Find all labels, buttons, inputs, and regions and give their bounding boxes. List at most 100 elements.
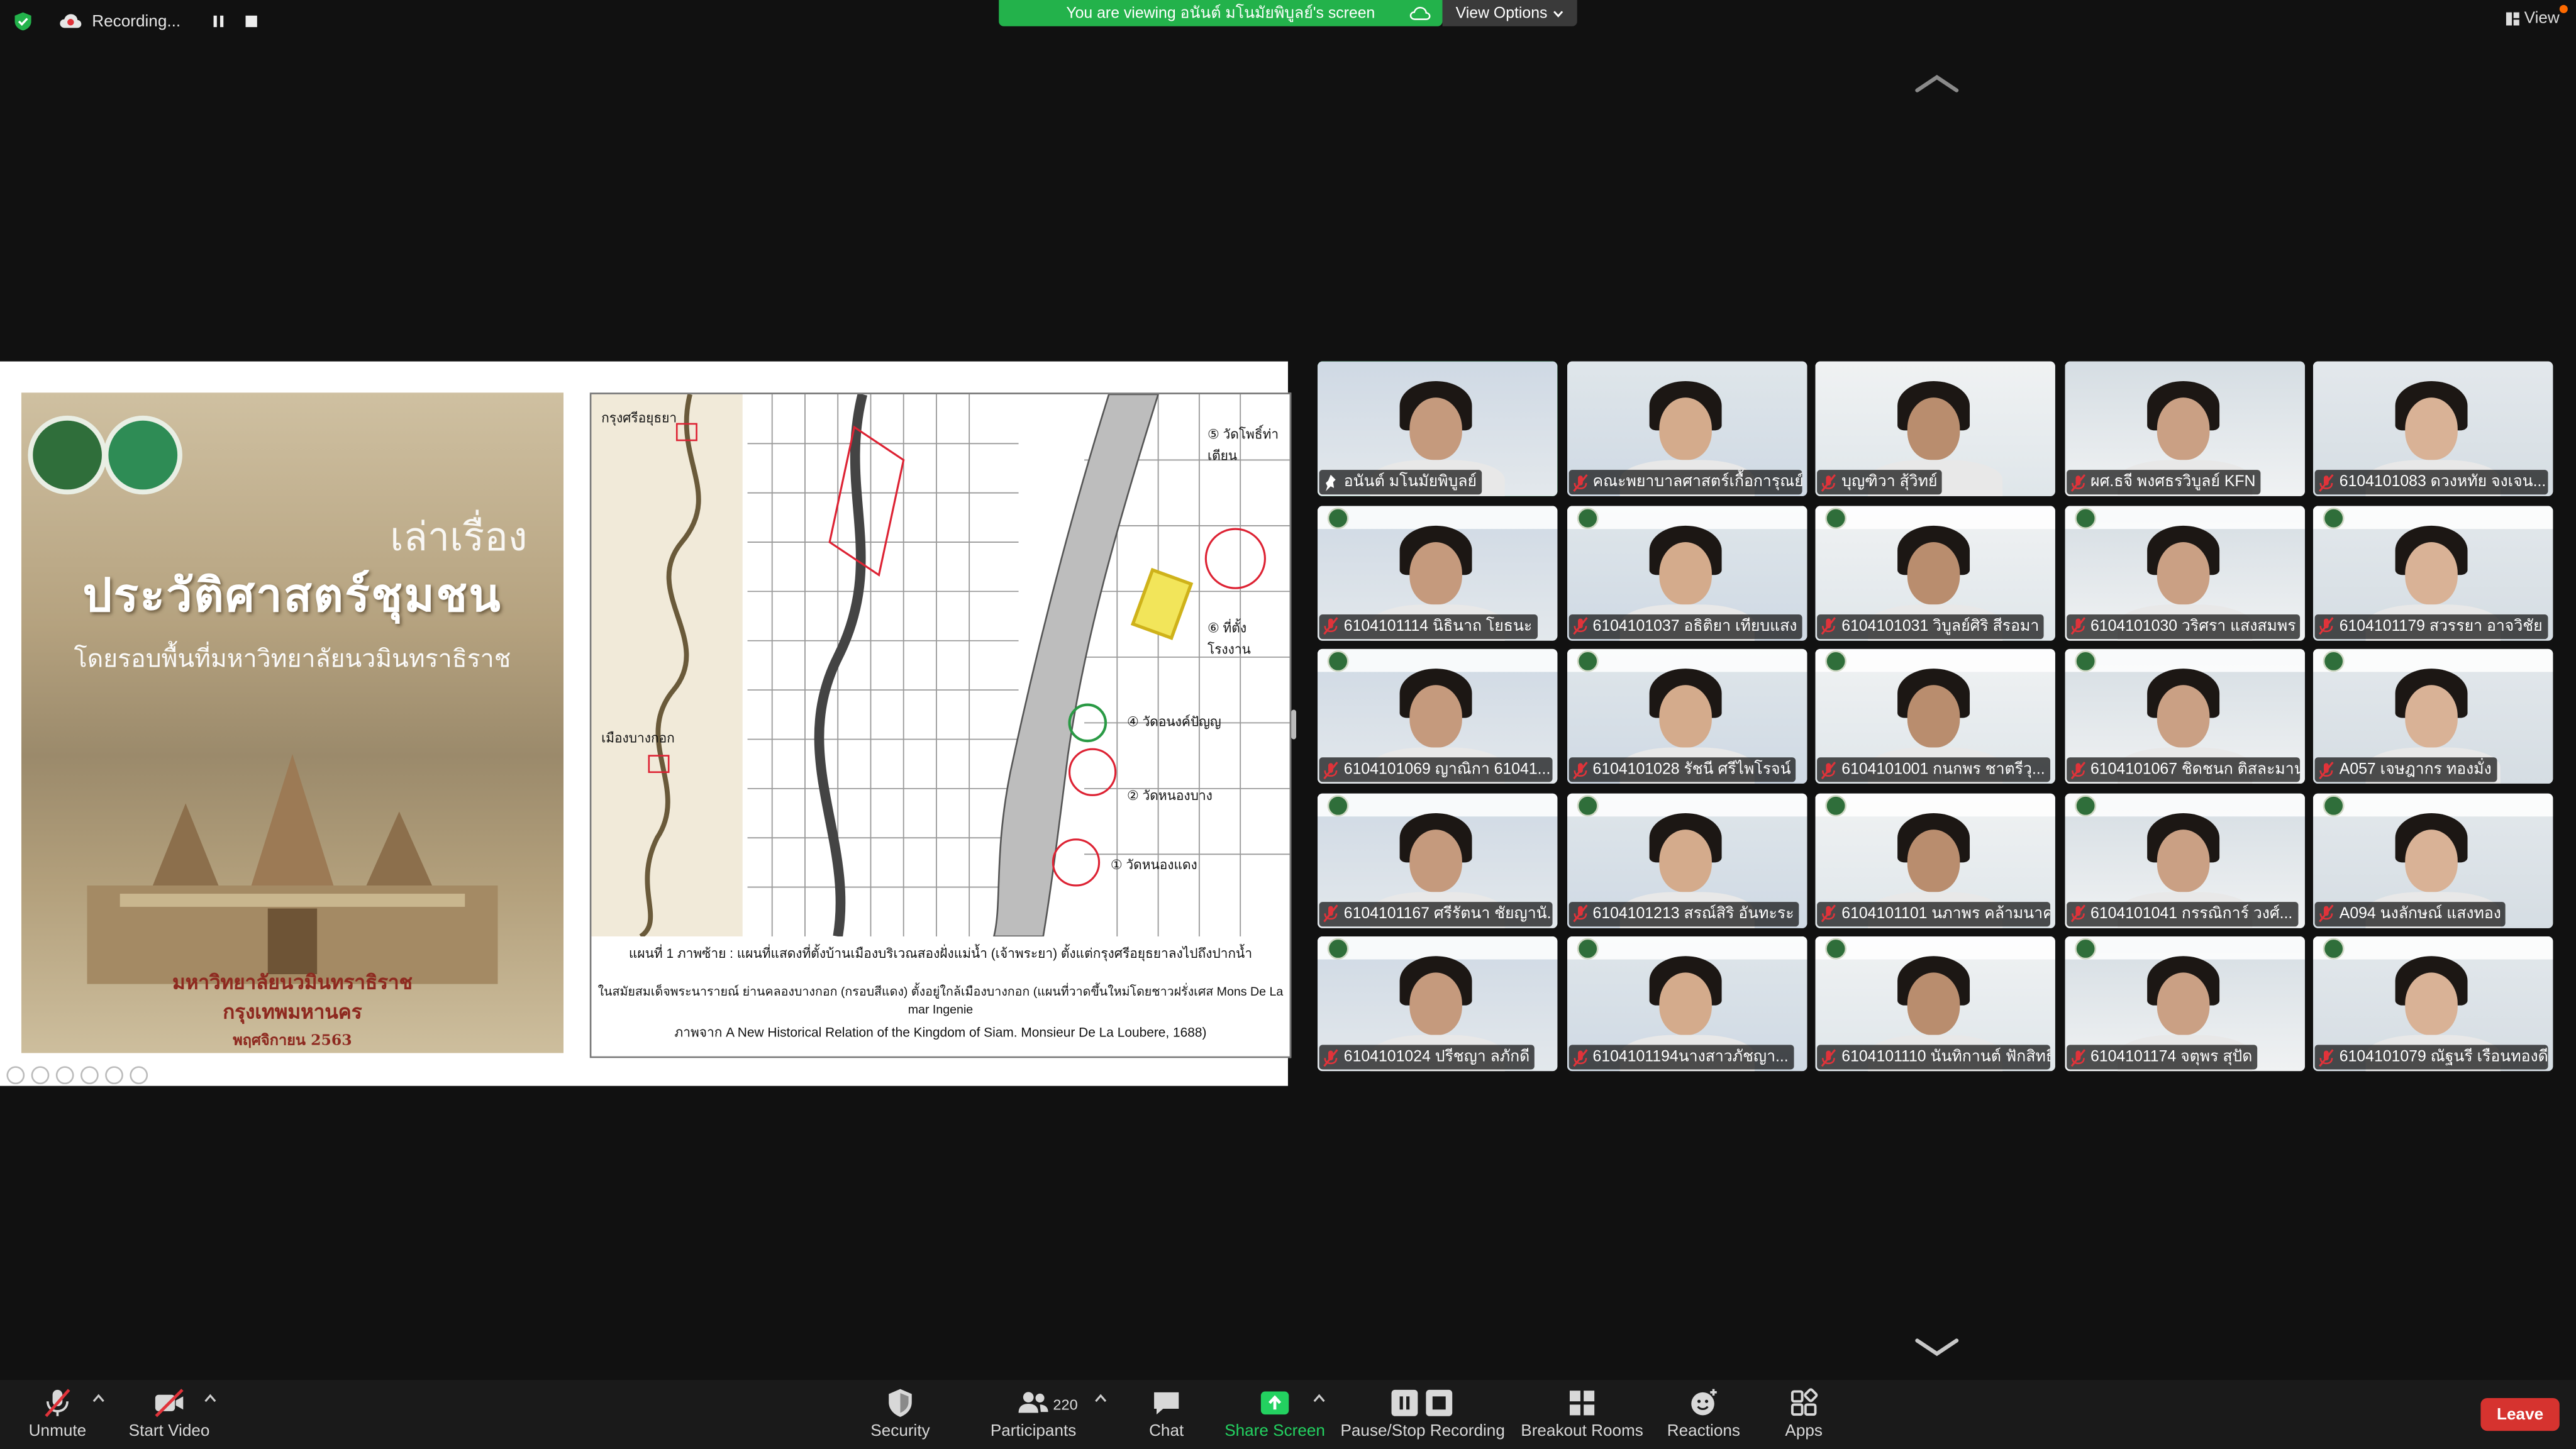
temple-illustration — [87, 753, 498, 984]
shield-icon[interactable] — [13, 11, 33, 31]
university-emblem — [1327, 506, 1349, 528]
zoom-in-icon[interactable] — [105, 1066, 123, 1085]
participant-name: ผศ.ธจี พงศธรวิบูลย์ KFN — [2090, 473, 2256, 492]
participants-button[interactable]: Participants — [985, 1387, 1081, 1446]
virtual-background-banner — [2312, 505, 2553, 528]
participant-name-tag: อนันต์ มโนมัยพิบูลย์ — [1319, 470, 1482, 495]
share-screen-label: Share Screen — [1224, 1423, 1325, 1441]
microphone-muted-icon — [1572, 760, 1587, 779]
audio-options-caret-icon[interactable] — [92, 1393, 105, 1403]
video-tile[interactable]: A094 นงลักษณ์ แสงทอง — [2312, 792, 2553, 928]
video-tile[interactable]: A057 เจษฎากร ทองมั่ง — [2312, 648, 2553, 784]
publisher-line1: มหาวิทยาลัยนวมินทราธิราช — [172, 970, 413, 994]
cloud-recording-icon — [60, 14, 82, 28]
video-tile[interactable]: 6104101194นางสาวภัชญา... — [1566, 936, 1807, 1072]
video-tile[interactable]: 6104101114 นิธินาถ โยธนะ — [1317, 505, 1558, 640]
chat-button[interactable]: Chat — [1140, 1387, 1193, 1446]
participant-name: 6104101069 ญาณิกา 61041... — [1343, 760, 1551, 779]
pause-recording-icon[interactable] — [210, 13, 226, 30]
reactions-button[interactable]: Reactions — [1663, 1387, 1745, 1446]
stop-recording-icon[interactable] — [243, 13, 259, 30]
slide-next-icon[interactable] — [31, 1066, 50, 1085]
pause-stop-recording-button[interactable]: Pause/Stop Recording — [1340, 1387, 1505, 1446]
participant-face — [2156, 685, 2209, 748]
microphone-muted-icon — [45, 1389, 70, 1418]
video-tile[interactable]: 6104101028 รัชนี ศรีไพโรจน์ — [1566, 648, 1807, 784]
video-tile[interactable]: 6104101067 ชิดชนก ติสละมาน — [2064, 648, 2304, 784]
video-off-icon — [155, 1389, 184, 1418]
video-tile[interactable]: 6104101037 อธิติยา เทียบแสง — [1566, 505, 1807, 640]
recording-status: Recording... — [13, 6, 260, 36]
participant-name-tag: A057 เจษฎากร ทองมั่ง — [2314, 757, 2497, 782]
video-tile[interactable]: 6104101101 นภาพร คล้ามนาค — [1815, 792, 2055, 928]
microphone-muted-icon — [1323, 904, 1338, 923]
participant-name: A094 นงลักษณ์ แสงทอง — [2339, 904, 2501, 923]
video-tile[interactable]: อนันต์ มโนมัยพิบูลย์ — [1317, 361, 1558, 496]
slide-prev-icon[interactable] — [6, 1066, 25, 1085]
grid-icon[interactable] — [80, 1066, 99, 1085]
microphone-muted-icon — [2319, 904, 2334, 923]
microphone-muted-icon — [1323, 760, 1338, 779]
participant-face — [1658, 972, 1711, 1035]
video-tile[interactable]: 6104101179 สวรรยา อาจวิชัย — [2312, 505, 2553, 640]
virtual-background-banner — [2064, 792, 2304, 816]
microphone-muted-icon — [1821, 473, 1836, 491]
university-emblem — [1576, 650, 1598, 672]
participant-face — [2405, 541, 2458, 604]
participant-face — [1907, 397, 1960, 460]
share-options-caret-icon[interactable] — [1313, 1393, 1326, 1403]
video-tile[interactable]: 6104101030 วริศรา แสงสมพร — [2064, 505, 2304, 640]
video-tile[interactable]: 6104101001 กนกพร ชาตรีวุ... — [1815, 648, 2055, 784]
virtual-background-banner — [1317, 792, 1558, 816]
security-button[interactable]: Security — [867, 1387, 933, 1446]
microphone-muted-icon — [2070, 760, 2085, 779]
share-screen-button[interactable]: Share Screen — [1224, 1387, 1326, 1446]
participant-name: 6104101079 ณัฐนรี เรือนทองดี — [2339, 1048, 2548, 1067]
chevron-down-icon[interactable] — [1913, 1336, 1962, 1359]
view-options-button[interactable]: View Options — [1442, 0, 1577, 26]
participant-name-tag: 6104101030 วริศรา แสงสมพร — [2065, 613, 2299, 638]
start-video-button[interactable]: Start Video — [125, 1387, 214, 1446]
video-tile[interactable]: 6104101083 ดวงหทัย จงเจน... — [2312, 361, 2553, 496]
video-tile[interactable]: คณะพยาบาลศาสตร์เกื้อการุณย์... — [1566, 361, 1807, 496]
video-tile[interactable]: 6104101024 ปรีชญา ลภักดี — [1317, 936, 1558, 1072]
microphone-muted-icon — [2319, 760, 2334, 779]
video-tile[interactable]: 6104101174 จตุพร สุปัด — [2064, 936, 2304, 1072]
book-subtitle: โดยรอบพื้นที่มหาวิทยาลัยนวมินทราธิราช — [74, 645, 511, 674]
participant-face — [1409, 397, 1462, 460]
pen-icon[interactable] — [55, 1066, 74, 1085]
video-tile[interactable]: 6104101167 ศรีรัตนา ชัยญานั... — [1317, 792, 1558, 928]
participant-face — [2405, 972, 2458, 1035]
breakout-rooms-button[interactable]: Breakout Rooms — [1521, 1387, 1643, 1446]
video-tile[interactable]: 6104101031 วิบูลย์ศิริ สีรอมา — [1815, 505, 2055, 640]
video-tile[interactable]: ผศ.ธจี พงศธรวิบูลย์ KFN — [2064, 361, 2304, 496]
video-tile[interactable]: 6104101041 กรรณิการ์ วงศ์... — [2064, 792, 2304, 928]
participant-face — [1658, 541, 1711, 604]
microphone-muted-icon — [1572, 1048, 1587, 1066]
participants-options-caret-icon[interactable] — [1094, 1393, 1108, 1403]
video-tile[interactable]: 6104101079 ณัฐนรี เรือนทองดี — [2312, 936, 2553, 1072]
chevron-up-icon[interactable] — [1913, 72, 1962, 96]
participant-face — [1907, 541, 1960, 604]
virtual-background-banner — [2064, 505, 2304, 528]
split-resize-handle[interactable] — [1291, 709, 1297, 740]
map-label-ayutthaya: กรุงศรีอยุธยา — [601, 411, 677, 426]
apps-button[interactable]: Apps — [1781, 1387, 1827, 1446]
microphone-muted-icon — [1821, 1048, 1836, 1066]
video-options-caret-icon[interactable] — [204, 1393, 217, 1403]
video-tile[interactable]: 6104101069 ญาณิกา 61041... — [1317, 648, 1558, 784]
view-button[interactable]: View — [2504, 4, 2568, 28]
map-label-4: ④ วัดอนงค์ปัญญ — [1126, 714, 1221, 730]
zoom-out-icon[interactable] — [130, 1066, 148, 1085]
leave-button[interactable]: Leave — [2480, 1397, 2560, 1431]
video-tile[interactable]: 6104101213 สรณ์สิริ อันทะระ — [1566, 792, 1807, 928]
participant-name: 6104101028 รัชนี ศรีไพโรจน์ — [1592, 760, 1791, 779]
participant-name: 6104101194นางสาวภัชญา... — [1592, 1048, 1789, 1067]
slide-controls[interactable] — [6, 1066, 148, 1085]
unmute-button[interactable]: Unmute — [26, 1387, 89, 1446]
video-tile[interactable]: บุญฑิวา สุ้วิทย์ — [1815, 361, 2055, 496]
leave-label: Leave — [2497, 1405, 2544, 1424]
participant-face — [1658, 685, 1711, 748]
video-tile[interactable]: 6104101110 นันทิกานต์ ฟักสิทธิ์ — [1815, 936, 2055, 1072]
microphone-muted-icon — [2070, 473, 2085, 491]
